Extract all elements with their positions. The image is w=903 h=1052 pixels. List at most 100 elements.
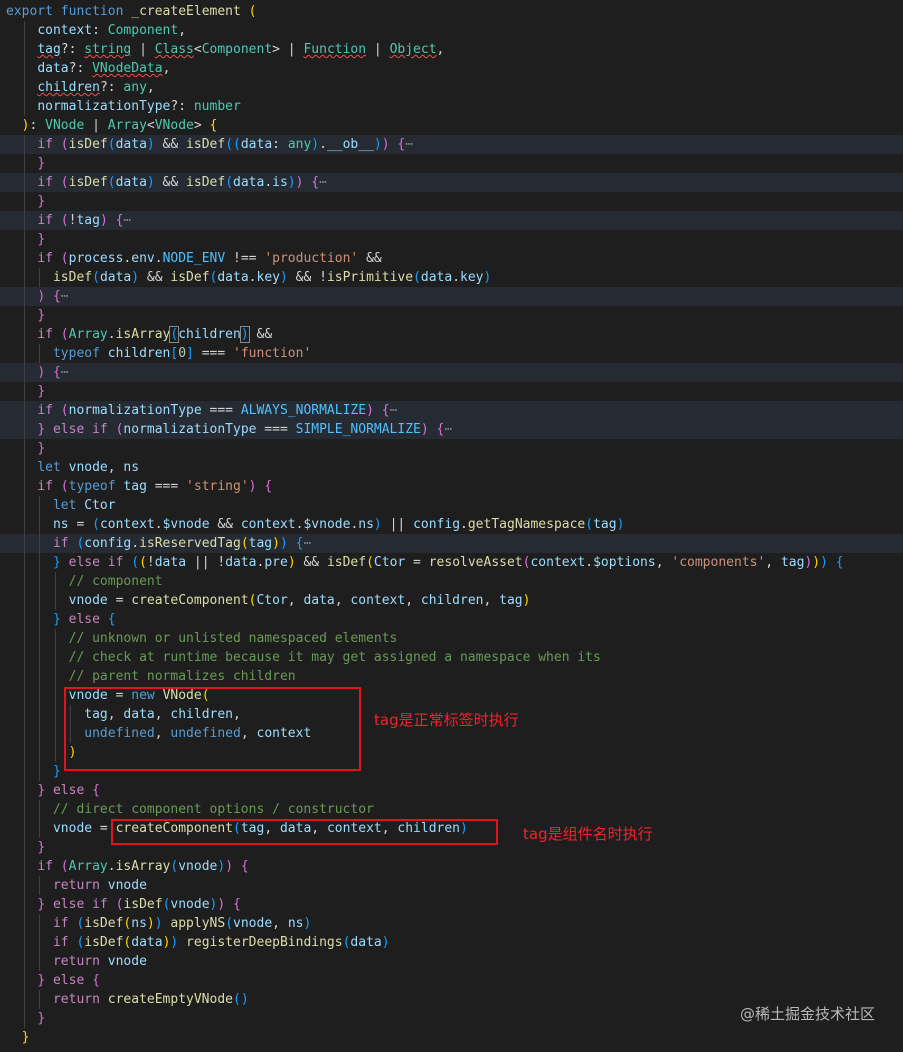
- code-token: ): [146, 137, 155, 152]
- code-text: } else if ((!data || !data.pre) && isDef…: [6, 553, 844, 572]
- code-line[interactable]: }: [0, 192, 903, 211]
- code-text: } else if (normalizationType === SIMPLE_…: [6, 420, 452, 439]
- code-token: ,: [146, 80, 155, 95]
- code-line[interactable]: typeof children[0] === 'function': [0, 344, 903, 363]
- code-token: ,: [178, 23, 187, 38]
- fold-ellipsis-icon[interactable]: ⋯: [61, 289, 69, 304]
- code-line[interactable]: // component: [0, 572, 903, 591]
- code-line[interactable]: } else {: [0, 971, 903, 990]
- fold-ellipsis-icon[interactable]: ⋯: [61, 365, 69, 380]
- code-line[interactable]: } else if ((!data || !data.pre) && isDef…: [0, 553, 903, 572]
- fold-ellipsis-icon[interactable]: ⋯: [444, 422, 452, 437]
- code-line[interactable]: }: [0, 230, 903, 249]
- component-note: tag是组件名时执行: [523, 825, 653, 843]
- code-line[interactable]: if (isDef(data)) registerDeepBindings(da…: [0, 933, 903, 952]
- code-text: data?: VNodeData,: [6, 59, 170, 78]
- code-line[interactable]: if (normalizationType === ALWAYS_NORMALI…: [0, 401, 903, 420]
- code-token: &&: [209, 517, 241, 532]
- code-token: &&: [295, 555, 327, 570]
- code-line[interactable]: }: [0, 439, 903, 458]
- code-line[interactable]: }: [0, 382, 903, 401]
- code-token: ): [225, 859, 234, 874]
- code-line[interactable]: ns = (context.$vnode && context.$vnode.n…: [0, 515, 903, 534]
- code-line[interactable]: ) {⋯: [0, 287, 903, 306]
- code-line[interactable]: // unknown or unlisted namespaced elemen…: [0, 629, 903, 648]
- code-token: ===: [193, 346, 234, 361]
- code-token: isDef: [68, 137, 108, 152]
- code-token: .: [585, 555, 594, 570]
- code-line[interactable]: normalizationType?: number: [0, 97, 903, 116]
- code-line[interactable]: }: [0, 306, 903, 325]
- code-token: ): [287, 175, 296, 190]
- code-token: else: [52, 973, 93, 988]
- code-token: export: [6, 4, 61, 19]
- code-token: isDef: [52, 270, 93, 285]
- code-token: =: [405, 555, 429, 570]
- code-token: let: [52, 498, 85, 513]
- code-line[interactable]: if (isDef(data) && isDef(data.is)) {⋯: [0, 173, 903, 192]
- code-token: ): [217, 859, 226, 874]
- code-line[interactable]: }: [0, 1028, 903, 1047]
- code-text: vnode = createComponent(Ctor, data, cont…: [6, 591, 531, 610]
- code-token: Function: [303, 42, 367, 57]
- code-line[interactable]: if (process.env.NODE_ENV !== 'production…: [0, 249, 903, 268]
- code-line[interactable]: } else {: [0, 610, 903, 629]
- code-editor[interactable]: export function _createElement ( context…: [0, 0, 903, 1052]
- code-line[interactable]: if (!tag) {⋯: [0, 211, 903, 230]
- code-line[interactable]: tag?: string | Class<Component> | Functi…: [0, 40, 903, 59]
- fold-ellipsis-icon[interactable]: ⋯: [123, 213, 131, 228]
- code-line[interactable]: children?: any,: [0, 78, 903, 97]
- code-line[interactable]: if (config.isReservedTag(tag)) {⋯: [0, 534, 903, 553]
- fold-ellipsis-icon[interactable]: ⋯: [319, 175, 327, 190]
- code-text: normalizationType?: number: [6, 97, 241, 116]
- code-line[interactable]: data?: VNodeData,: [0, 59, 903, 78]
- code-line[interactable]: // check at runtime because it may get a…: [0, 648, 903, 667]
- code-line[interactable]: // direct component options / constructo…: [0, 800, 903, 819]
- code-line[interactable]: } else if (isDef(vnode)) {: [0, 895, 903, 914]
- fold-ellipsis-icon[interactable]: ⋯: [390, 403, 398, 418]
- code-line[interactable]: vnode = createComponent(Ctor, data, cont…: [0, 591, 903, 610]
- fold-ellipsis-icon[interactable]: ⋯: [405, 137, 413, 152]
- code-token: }: [37, 156, 46, 171]
- code-line[interactable]: context: Component,: [0, 21, 903, 40]
- code-token: context: [350, 593, 406, 608]
- code-line[interactable]: if (Array.isArray(children) &&: [0, 325, 903, 344]
- code-token: __ob__: [326, 137, 374, 152]
- code-line[interactable]: export function _createElement (: [0, 2, 903, 21]
- code-line[interactable]: } else {: [0, 781, 903, 800]
- code-line[interactable]: let Ctor: [0, 496, 903, 515]
- code-line[interactable]: if (typeof tag === 'string') {: [0, 477, 903, 496]
- code-line[interactable]: isDef(data) && isDef(data.key) && !isPri…: [0, 268, 903, 287]
- code-token: isDef: [170, 270, 210, 285]
- fold-ellipsis-icon[interactable]: ⋯: [303, 536, 311, 551]
- code-line[interactable]: ): VNode | Array<VNode> {: [0, 116, 903, 135]
- code-line[interactable]: if (isDef(ns)) applyNS(vnode, ns): [0, 914, 903, 933]
- code-line[interactable]: }: [0, 154, 903, 173]
- code-token: .: [460, 517, 468, 532]
- code-token: ): [522, 593, 531, 608]
- code-line[interactable]: ) {⋯: [0, 363, 903, 382]
- code-text: } else {: [6, 610, 116, 629]
- code-line[interactable]: if (Array.isArray(vnode)) {: [0, 857, 903, 876]
- code-token: ns: [52, 517, 69, 532]
- code-line[interactable]: } else if (normalizationType === SIMPLE_…: [0, 420, 903, 439]
- code-line[interactable]: return vnode: [0, 876, 903, 895]
- code-line[interactable]: return vnode: [0, 952, 903, 971]
- code-line[interactable]: let vnode, ns: [0, 458, 903, 477]
- code-token: vnode: [68, 460, 108, 475]
- code-text: } else {: [6, 971, 100, 990]
- code-line[interactable]: if (isDef(data) && isDef((data: any).__o…: [0, 135, 903, 154]
- code-line[interactable]: // parent normalizes children: [0, 667, 903, 686]
